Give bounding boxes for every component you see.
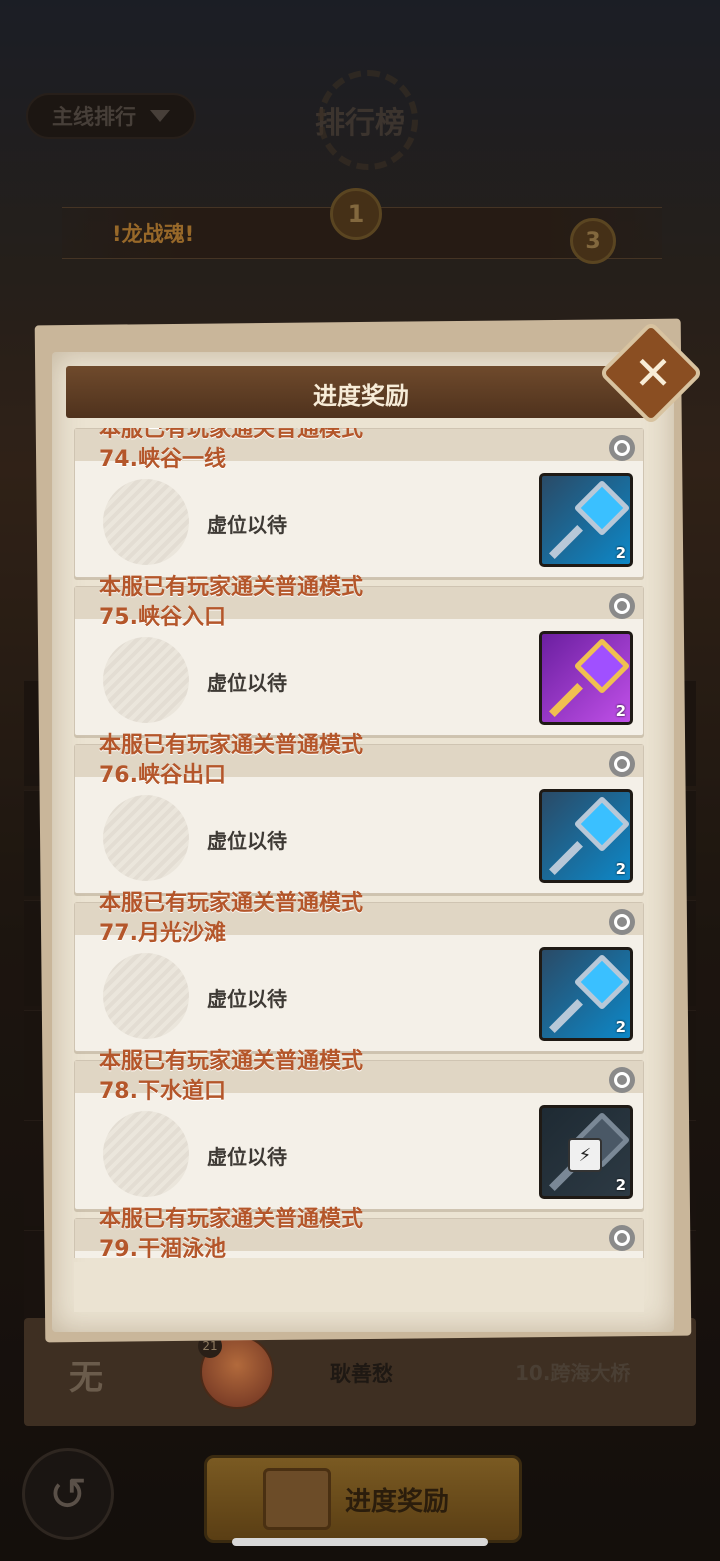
progress-reward-modal: 进度奖励 ✕ 本服已有玩家通关普通模式 74.峡谷一线 虚位以待 2 本服已有玩… [34,318,704,1343]
card-stage: 74.峡谷一线 [99,447,226,472]
reward-list[interactable]: 本服已有玩家通关普通模式 74.峡谷一线 虚位以待 2 本服已有玩家通关普通模式… [74,428,644,1258]
magnify-icon[interactable] [609,593,635,619]
placeholder-avatar [103,953,189,1039]
progress-reward-button[interactable]: 进度奖励 [204,1455,522,1543]
reward-card: 本服已有玩家通关普通模式 75.峡谷入口 虚位以待 2 [74,575,644,736]
home-indicator[interactable] [232,1538,488,1546]
key-shaft-icon [549,999,583,1033]
list-bottom-fade [74,1262,644,1312]
key-gem-icon [573,953,630,1011]
reward-card: 本服已有玩家通关普通模式 76.峡谷出口 虚位以待 2 [74,733,644,894]
my-rank-value: 无 [69,1357,103,1398]
magnify-icon[interactable] [609,1225,635,1251]
card-slot-text: 虚位以待 [207,513,287,537]
reward-count: 2 [615,860,626,878]
card-condition: 本服已有玩家通关普通模式 [99,733,364,758]
card-stage: 75.峡谷入口 [99,605,226,630]
close-icon[interactable]: ✕ [628,346,678,400]
my-stage: 10.跨海大桥 [515,1361,631,1385]
magnify-icon[interactable] [609,435,635,461]
card-stage: 76.峡谷出口 [99,763,226,788]
reward-count: 2 [615,1018,626,1036]
reward-card: 本服已有玩家通关普通模式 74.峡谷一线 虚位以待 2 [74,428,644,578]
card-condition: 本服已有玩家通关普通模式 [99,575,364,600]
card-condition: 本服已有玩家通关普通模式 [99,1049,364,1074]
card-slot-text: 虚位以待 [207,987,287,1011]
card-condition: 本服已有玩家通关普通模式 [99,428,364,442]
card-stage: 78.下水道口 [99,1079,226,1104]
key-gem-icon [573,479,630,537]
placeholder-avatar [103,795,189,881]
key-shaft-icon [549,841,583,875]
blue-key-reward-icon[interactable]: 2 [539,789,633,883]
card-stage: 79.干涸泳池 [99,1237,226,1258]
magnify-icon[interactable] [609,909,635,935]
reward-count: 2 [615,702,626,720]
progress-reward-label: 进度奖励 [345,1486,450,1517]
magnify-icon[interactable] [609,1067,635,1093]
modal-title: 进度奖励 [313,382,409,410]
back-arrow-icon: ↺ [48,1467,88,1521]
reward-card: 本服已有玩家通关普通模式 78.下水道口 虚位以待 ⚡ 2 [74,1049,644,1210]
blue-key-reward-icon[interactable]: 2 [539,473,633,567]
back-button[interactable]: ↺ [22,1448,114,1540]
reward-card: 本服已有玩家通关普通模式 79.干涸泳池 [74,1207,644,1258]
locked-key-reward-icon[interactable]: ⚡ 2 [539,1105,633,1199]
card-condition: 本服已有玩家通关普通模式 [99,891,364,916]
card-slot-text: 虚位以待 [207,671,287,695]
placeholder-avatar [103,637,189,723]
key-gem-icon [573,637,630,695]
placeholder-avatar [103,479,189,565]
magnify-icon[interactable] [609,751,635,777]
card-slot-text: 虚位以待 [207,829,287,853]
key-gem-icon [573,795,630,853]
reward-count: 2 [615,544,626,562]
placeholder-avatar [103,1111,189,1197]
card-slot-text: 虚位以待 [207,1145,287,1169]
card-condition: 本服已有玩家通关普通模式 [99,1207,364,1232]
key-shaft-icon [549,525,583,559]
reward-card: 本服已有玩家通关普通模式 77.月光沙滩 虚位以待 2 [74,891,644,1052]
chest-icon [263,1468,331,1530]
my-player-name: 耿善愁 [330,1362,393,1386]
blue-key-reward-icon[interactable]: 2 [539,947,633,1041]
lock-icon: ⚡ [568,1138,602,1172]
purple-key-reward-icon[interactable]: 2 [539,631,633,725]
card-stage: 77.月光沙滩 [99,921,226,946]
key-shaft-icon [549,683,583,717]
modal-header: 进度奖励 [66,366,656,418]
reward-count: 2 [615,1176,626,1194]
